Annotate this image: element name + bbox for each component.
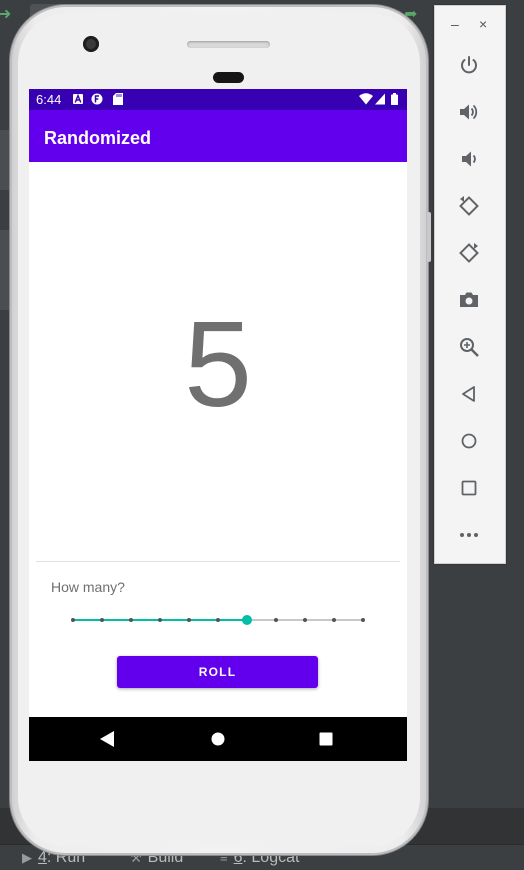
back-icon <box>462 386 475 402</box>
battery-icon <box>391 93 398 105</box>
slider-tick <box>216 618 220 622</box>
minimize-button[interactable]: – <box>451 17 459 31</box>
more-icon <box>460 533 478 537</box>
emulator-toolbar: – × <box>434 5 506 564</box>
slider-tick <box>100 618 104 622</box>
slider-tick <box>303 618 307 622</box>
accessibility-a-icon <box>73 93 83 104</box>
overview-nav-icon[interactable] <box>319 731 333 747</box>
rotate-left-button[interactable] <box>456 193 482 219</box>
camera-icon <box>460 292 478 307</box>
back-nav-icon[interactable] <box>100 731 114 747</box>
earpiece-speaker <box>187 41 270 48</box>
signal-icon <box>375 93 385 105</box>
screenshot-button[interactable] <box>456 287 482 313</box>
rotate-left-icon <box>459 196 479 216</box>
slider-thumb[interactable] <box>242 615 252 625</box>
home-icon <box>461 433 477 449</box>
back-button[interactable] <box>456 381 482 407</box>
ide-build-icon[interactable]: ➜ <box>0 6 11 22</box>
power-button[interactable] <box>456 52 482 78</box>
sd-card-icon <box>113 93 123 105</box>
more-button[interactable] <box>456 522 482 548</box>
volume-up-icon <box>460 104 478 120</box>
app-title: Randomized <box>44 128 152 148</box>
zoom-button[interactable] <box>456 334 482 360</box>
home-nav-icon[interactable] <box>211 731 225 747</box>
slider-tick <box>129 618 133 622</box>
home-button[interactable] <box>456 428 482 454</box>
power-side-button[interactable] <box>427 212 431 262</box>
rotate-right-button[interactable] <box>456 240 482 266</box>
wifi-icon <box>359 93 373 105</box>
slider-tick <box>361 618 365 622</box>
volume-up-button[interactable] <box>456 99 482 125</box>
slider-tick <box>71 618 75 622</box>
close-button[interactable]: × <box>479 17 487 31</box>
dev-f-icon <box>91 93 103 105</box>
slider-tick <box>274 618 278 622</box>
divider <box>36 561 400 562</box>
navigation-bar <box>29 717 407 761</box>
app-toolbar: Randomized <box>29 110 407 162</box>
how-many-label: How many? <box>51 579 125 595</box>
slider-tick <box>332 618 336 622</box>
roll-button[interactable]: ROLL <box>117 656 318 688</box>
overview-button[interactable] <box>456 475 482 501</box>
status-time: 6:44 <box>36 92 62 107</box>
volume-down-icon <box>462 151 476 167</box>
zoom-icon <box>460 338 479 357</box>
proximity-sensor <box>213 72 244 83</box>
status-bar: 6:44 <box>29 89 407 110</box>
overview-icon <box>461 480 477 496</box>
slider-tick <box>158 618 162 622</box>
volume-down-button[interactable] <box>456 146 482 172</box>
front-camera <box>83 36 99 52</box>
slider-tick <box>187 618 191 622</box>
power-icon <box>461 56 477 74</box>
result-text: 5 <box>184 296 252 432</box>
rotate-right-icon <box>459 243 479 263</box>
run-icon: ▶ <box>22 850 32 865</box>
device-screen: 6:44 Randomized 5 How many? ROLL <box>29 89 407 761</box>
